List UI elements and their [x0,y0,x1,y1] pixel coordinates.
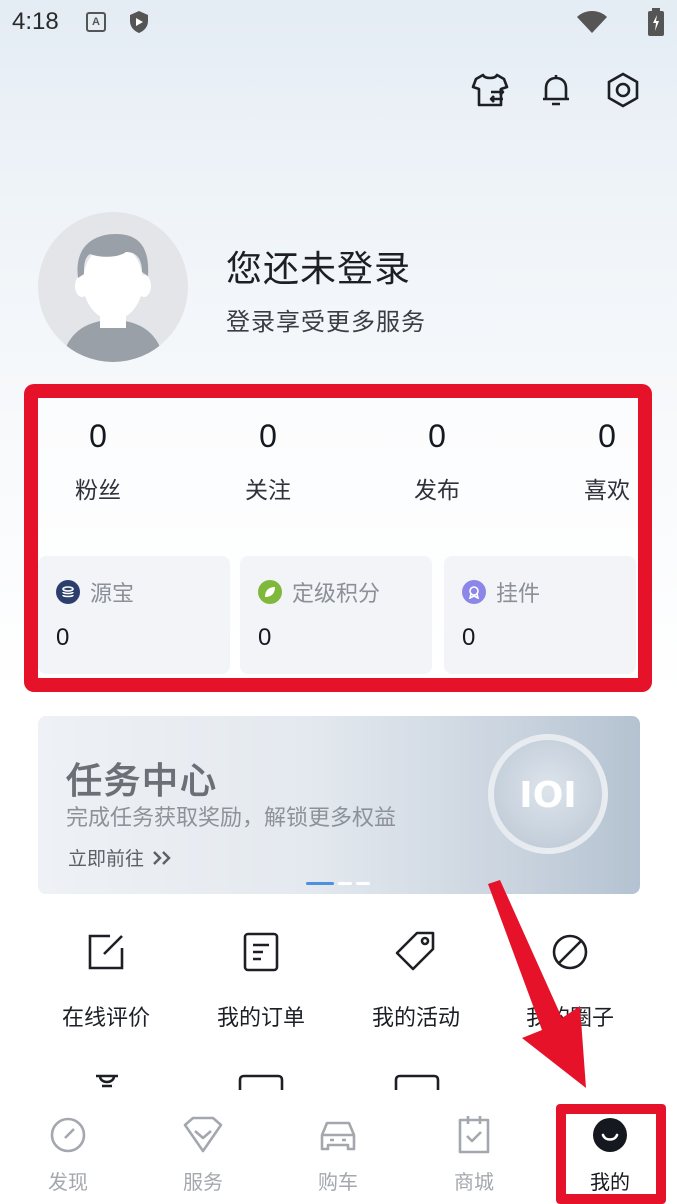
stat-value: 0 [259,418,277,454]
nav-buy-car[interactable]: 购车 [288,1112,388,1195]
medal-icon [462,580,486,604]
wallet-points[interactable]: 定级积分 0 [240,556,432,674]
nav-discover[interactable]: 发现 [18,1112,118,1195]
wallet-label: 挂件 [496,582,541,607]
heart-diamond-icon [153,1112,253,1158]
nav-service[interactable]: 服务 [153,1112,253,1195]
login-subtitle[interactable]: 登录享受更多服务 [226,302,426,337]
stat-label: 发布 [414,478,460,504]
grid-my-activities[interactable]: 我的活动 [348,928,484,1032]
notification-a-icon: A [86,12,106,32]
wallet-value: 0 [258,624,272,651]
annotation-arrow-icon [488,880,586,1088]
stat-label: 粉丝 [75,478,121,504]
stat-likes[interactable]: 0 喜欢 [557,418,657,505]
task-center-banner[interactable]: 任务中心 完成任务获取奖励，解锁更多权益 立即前往 IOI [38,716,640,894]
compass-icon [18,1112,118,1158]
nav-label: 购车 [318,1170,358,1194]
grid-my-orders[interactable]: 我的订单 [193,928,329,1032]
banner-pagination [306,882,370,885]
car-icon [288,1112,388,1158]
wallet-yuanbao[interactable]: 源宝 0 [38,556,230,674]
stat-posts[interactable]: 0 发布 [387,418,487,505]
wallet-label: 定级积分 [292,582,381,607]
shield-icon [130,11,148,33]
banner-link[interactable]: 立即前往 [68,844,174,871]
coin-stack-icon [56,580,80,604]
stat-value: 0 [89,418,107,454]
wallet-pendant[interactable]: 挂件 0 [444,556,636,674]
stat-fans[interactable]: 0 粉丝 [48,418,148,505]
double-chevron-right-icon [153,850,171,865]
settings-hex-icon[interactable] [601,68,645,112]
battery-icon [648,8,664,36]
nav-label: 商城 [454,1170,494,1194]
tag-icon [348,928,484,976]
nav-mall[interactable]: 商城 [424,1112,524,1195]
grid-online-review[interactable]: 在线评价 [38,928,174,1032]
badge-text: IOI [519,775,576,816]
leaf-icon [258,580,282,604]
order-doc-icon [193,928,329,976]
task-badge-icon: IOI [488,734,608,854]
grid-label: 我的活动 [371,1006,460,1031]
wallet-value: 0 [56,624,70,651]
bell-icon[interactable] [534,68,578,112]
wifi-icon [577,11,607,33]
status-bar: 4:18 A [0,0,677,46]
edit-square-icon [38,928,174,976]
nav-label: 服务 [183,1170,223,1194]
grid-row2-icon[interactable] [82,1072,132,1090]
avatar[interactable] [38,212,188,362]
stat-value: 0 [428,418,446,454]
banner-subtitle: 完成任务获取奖励，解锁更多权益 [66,806,397,831]
login-title[interactable]: 您还未登录 [226,240,411,292]
status-time: 4:18 [12,8,59,35]
stat-value: 0 [598,418,616,454]
shop-bag-icon [424,1112,524,1158]
stat-label: 喜欢 [584,478,630,504]
wallet-value: 0 [462,624,476,651]
banner-link-label: 立即前往 [68,848,145,870]
nav-label: 发现 [48,1170,88,1194]
stat-label: 关注 [245,478,291,504]
grid-row2-icon[interactable] [392,1072,442,1090]
banner-title: 任务中心 [66,761,219,802]
grid-label: 在线评价 [61,1006,150,1031]
stats-panel: 0 粉丝 0 关注 0 发布 0 喜欢 源宝 0 定级积分 0 挂件 0 [24,384,652,692]
grid-label: 我的订单 [216,1006,305,1031]
wardrobe-icon[interactable] [468,68,512,112]
wallet-label: 源宝 [90,582,135,607]
grid-row2-icon[interactable] [236,1072,286,1090]
nav-mine-highlight [556,1104,666,1204]
stat-following[interactable]: 0 关注 [218,418,318,505]
